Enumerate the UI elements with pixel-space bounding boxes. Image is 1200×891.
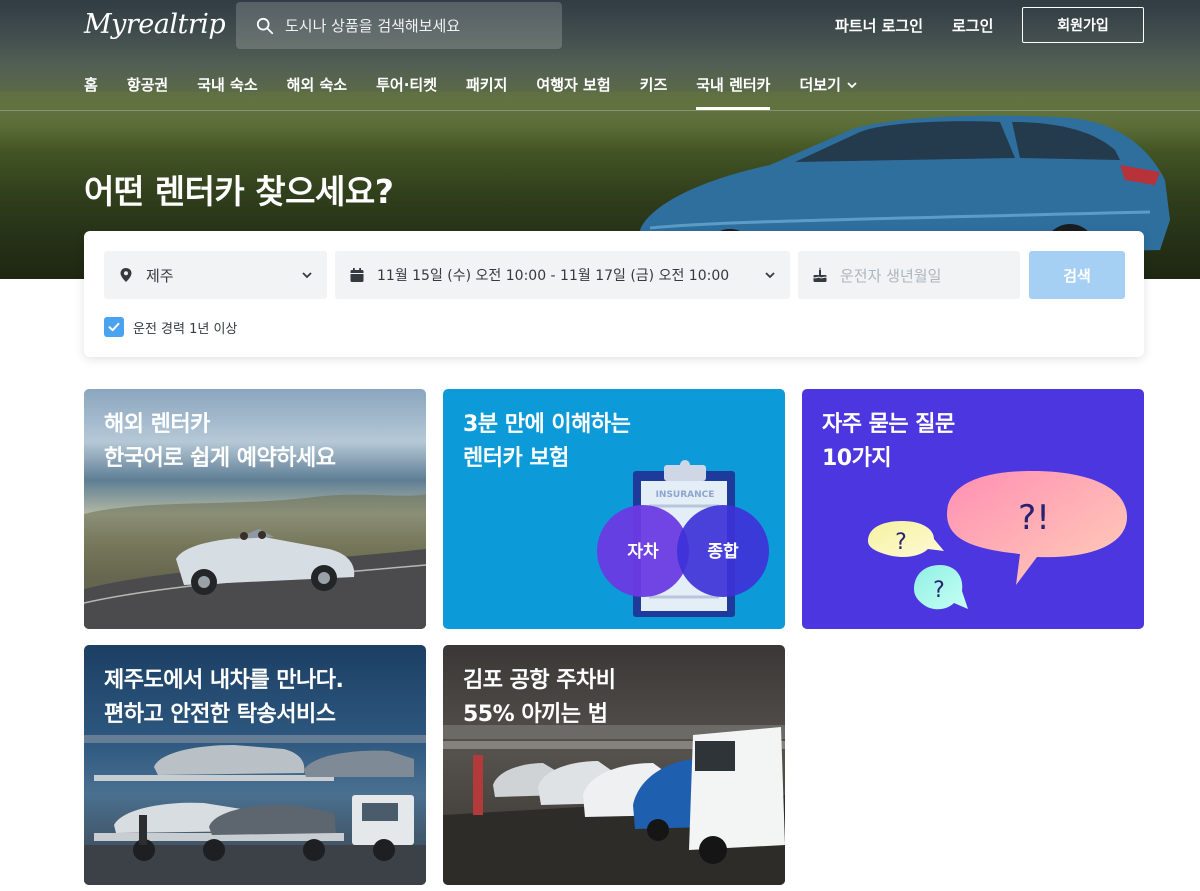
card-title: 김포 공항 주차비 55% 아끼는 법: [463, 664, 616, 732]
chevron-down-icon: [302, 272, 312, 279]
card-title-line2: 10가지: [822, 446, 892, 471]
nav-divider: [0, 110, 1200, 111]
driving-experience-label: 운전 경력 1년 이상: [133, 321, 238, 337]
card-title-line2: 편하고 안전한 탁송서비스: [104, 702, 336, 727]
nav-item-flights[interactable]: 항공권: [127, 62, 168, 110]
card-title: 자주 묻는 질문 10가지: [822, 408, 955, 476]
card-title-line1: 김포 공항 주차비: [463, 668, 616, 693]
driving-experience-checkbox-row[interactable]: 운전 경력 1년 이상: [104, 317, 237, 337]
card-insurance-guide[interactable]: INSURANCE 자차 종합 3분 만에 이해하는 렌터카 보험: [443, 389, 785, 629]
chevron-down-icon: [765, 272, 775, 279]
search-placeholder: 도시나 상품을 검색해보세요: [285, 17, 461, 35]
rentacar-search-form: 제주 11월 15일 (수) 오전 10:00 - 11월 17일 (금) 오전…: [84, 231, 1144, 357]
location-select[interactable]: 제주: [104, 251, 327, 299]
card-car-delivery[interactable]: 제주도에서 내차를 만나다. 편하고 안전한 탁송서비스: [84, 645, 426, 885]
question-mark-icon: ?: [933, 578, 945, 603]
brand-logo[interactable]: Myrealtrip: [84, 9, 226, 40]
card-title: 3분 만에 이해하는 렌터카 보험: [463, 408, 631, 476]
cake-icon: [813, 267, 827, 282]
search-icon: [256, 17, 274, 34]
birthdate-input[interactable]: 운전자 생년월일: [798, 251, 1020, 299]
driving-experience-checkbox[interactable]: [104, 317, 124, 337]
card-title-line2: 렌터카 보험: [463, 446, 569, 471]
card-overseas-rentacar[interactable]: 해외 렌터카 한국어로 쉽게 예약하세요: [84, 389, 426, 629]
nav-more-label: 더보기: [799, 76, 841, 94]
location-pin-icon: [120, 268, 132, 282]
card-title-line1: 자주 묻는 질문: [822, 412, 955, 437]
nav-item-insurance[interactable]: 여행자 보험: [536, 62, 610, 110]
page-title: 어떤 렌터카 찾으세요?: [84, 172, 394, 211]
nav-item-rentacar[interactable]: 국내 렌터카: [696, 62, 771, 110]
nav-item-package[interactable]: 패키지: [466, 62, 507, 110]
partner-login-link[interactable]: 파트너 로그인: [835, 15, 923, 36]
nav-item-more[interactable]: 더보기: [799, 62, 857, 110]
card-title-line2: 한국어로 쉽게 예약하세요: [104, 446, 336, 471]
card-title-line1: 해외 렌터카: [104, 412, 210, 437]
nav-item-tour-ticket[interactable]: 투어·티켓: [376, 62, 437, 110]
date-range-select[interactable]: 11월 15일 (수) 오전 10:00 - 11월 17일 (금) 오전 10…: [335, 251, 790, 299]
exclamation-question-icon: ?!: [1018, 498, 1050, 538]
checkmark-icon: [108, 322, 120, 332]
calendar-icon: [350, 268, 364, 282]
date-range-value: 11월 15일 (수) 오전 10:00 - 11월 17일 (금) 오전 10…: [377, 268, 730, 284]
card-title-line1: 3분 만에 이해하는: [463, 412, 631, 437]
card-title-line1: 제주도에서 내차를 만나다.: [104, 668, 344, 693]
signup-button[interactable]: 회원가입: [1022, 7, 1144, 43]
insurance-badge: INSURANCE: [656, 490, 715, 500]
nav-item-overseas-stay[interactable]: 해외 숙소: [287, 62, 347, 110]
birthdate-placeholder: 운전자 생년월일: [840, 266, 942, 285]
comprehensive-coverage-label: 종합: [707, 541, 739, 562]
card-title: 제주도에서 내차를 만나다. 편하고 안전한 탁송서비스: [104, 664, 344, 732]
nav-item-kids[interactable]: 키즈: [640, 62, 668, 110]
chevron-down-icon: [847, 82, 857, 89]
own-car-coverage-label: 자차: [627, 542, 659, 562]
search-button[interactable]: 검색: [1029, 251, 1125, 299]
question-mark-icon: ?: [895, 530, 907, 555]
location-value: 제주: [146, 266, 174, 285]
global-search-input[interactable]: 도시나 상품을 검색해보세요: [236, 2, 562, 49]
card-gimpo-parking[interactable]: 김포 공항 주차비 55% 아끼는 법: [443, 645, 785, 885]
main-nav: 홈 항공권 국내 숙소 해외 숙소 투어·티켓 패키지 여행자 보험 키즈 국내…: [84, 62, 887, 110]
nav-item-domestic-stay[interactable]: 국내 숙소: [197, 62, 257, 110]
card-title: 해외 렌터카 한국어로 쉽게 예약하세요: [104, 408, 336, 476]
card-title-line2: 55% 아끼는 법: [463, 702, 608, 727]
nav-item-home[interactable]: 홈: [84, 62, 98, 110]
login-link[interactable]: 로그인: [952, 15, 993, 36]
card-faq[interactable]: ?! ? ? 자주 묻는 질문 10가지: [802, 389, 1144, 629]
